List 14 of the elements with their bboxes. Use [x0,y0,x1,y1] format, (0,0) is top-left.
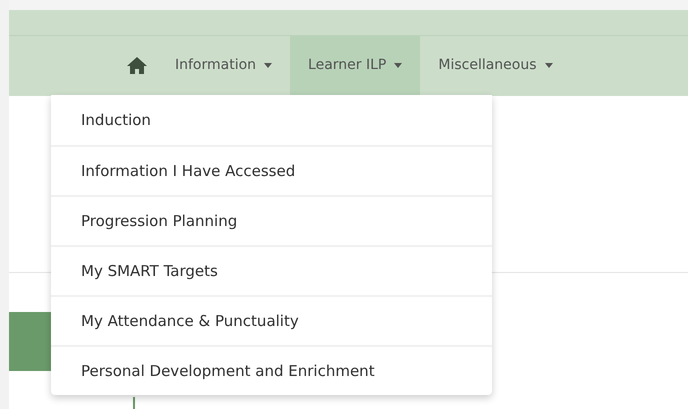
dropdown-item[interactable]: Progression Planning [51,194,492,245]
nav-menu-button[interactable]: Learner ILP [290,36,420,96]
nav-menu-button[interactable]: Information [157,36,290,96]
nav-menu-button[interactable]: Miscellaneous [420,36,571,96]
dropdown-item[interactable]: Induction [51,94,492,145]
dropdown-item[interactable]: My Attendance & Punctuality [51,294,492,345]
home-icon [127,57,147,74]
caret-icon [394,63,402,68]
side-panel-block [9,312,52,371]
caret-icon [264,63,272,68]
dropdown-item[interactable]: My SMART Targets [51,244,492,295]
dropdown-item[interactable]: Information I Have Accessed [51,144,492,195]
dropdown-item[interactable]: Personal Development and Enrichment [51,344,492,395]
caret-icon [544,63,553,68]
